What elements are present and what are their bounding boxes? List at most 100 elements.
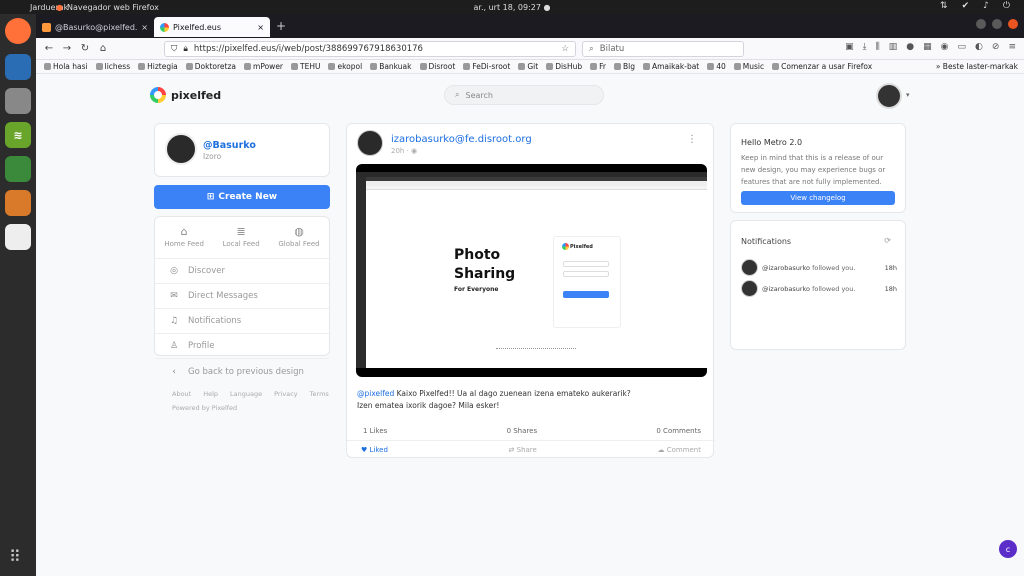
bookmark-item[interactable]: Amaikak-bat	[642, 62, 699, 71]
tab-basurko[interactable]: @Basurko@pixelfed.eus ×	[36, 17, 154, 37]
tab-home-feed[interactable]: ⌂ Home Feed	[164, 225, 204, 248]
footer-link-language[interactable]: Language	[230, 390, 262, 398]
mention-link[interactable]: @pixelfed	[357, 389, 394, 398]
more-options-icon[interactable]: ⋮	[687, 134, 697, 145]
tab-local-feed[interactable]: ≣ Local Feed	[223, 225, 260, 248]
share-button[interactable]: ⇄ Share	[509, 446, 537, 454]
pixelfed-page: pixelfed ⌕ Search @Basurko Izoro ⊞ Creat…	[36, 74, 1024, 576]
activities-button[interactable]: Jarduerak	[30, 3, 68, 12]
forward-icon[interactable]: →	[58, 43, 76, 54]
plus-square-icon: ⊞	[206, 192, 215, 202]
close-icon[interactable]: ×	[141, 23, 148, 32]
pixelfed-logo[interactable]: pixelfed	[150, 87, 221, 103]
tab-title: @Basurko@pixelfed.eus	[55, 22, 138, 32]
rss-dock-icon[interactable]: ≋	[5, 122, 31, 148]
comments-count[interactable]: 0 Comments	[656, 427, 701, 435]
avatar[interactable]	[165, 133, 197, 165]
extension-icon[interactable]: ▭	[958, 42, 967, 52]
bookmark-item[interactable]: 40	[707, 62, 726, 71]
other-bookmarks[interactable]: » Beste laster-markak	[936, 62, 1018, 71]
bookmark-item[interactable]: mPower	[244, 62, 283, 71]
show-apps-icon[interactable]: ⠿	[9, 547, 21, 566]
extension-icon[interactable]: ⊘	[992, 42, 1000, 52]
extension-icon[interactable]: ◉	[941, 42, 949, 52]
spreadsheet-dock-icon[interactable]	[5, 156, 31, 182]
back-icon[interactable]: ←	[40, 43, 58, 54]
software-dock-icon[interactable]	[5, 190, 31, 216]
library-icon[interactable]: ⫼	[876, 42, 880, 52]
user-avatar-menu[interactable]	[876, 83, 910, 109]
notification-item[interactable]: @izarobasurko followed you. 18h	[741, 280, 897, 297]
bookmark-item[interactable]: Fr	[590, 62, 606, 71]
bookmark-star-icon[interactable]: ☆	[561, 44, 569, 54]
footer-link-help[interactable]: Help	[203, 390, 218, 398]
reload-icon[interactable]: ↻	[76, 43, 94, 54]
folder-icon	[370, 63, 378, 70]
avatar[interactable]	[741, 259, 758, 276]
bookmark-item[interactable]: Comenzar a usar Firefox	[772, 62, 872, 71]
bookmark-item[interactable]: Hola hasi	[44, 62, 88, 71]
new-tab-button[interactable]: +	[276, 19, 286, 33]
nav-item-notifications[interactable]: ♫ Notifications	[155, 309, 329, 334]
close-icon[interactable]: ×	[257, 23, 264, 32]
post-author-avatar[interactable]	[357, 130, 383, 156]
tab-global-feed[interactable]: ◍ Global Feed	[278, 225, 319, 248]
firefox-dock-icon[interactable]	[5, 18, 31, 44]
tab-pixelfed[interactable]: Pixelfed.eus ×	[154, 17, 270, 37]
comment-button[interactable]: ☁ Comment	[657, 446, 701, 454]
home-icon[interactable]: ⌂	[94, 43, 112, 54]
extension-icon[interactable]: ▦	[923, 42, 932, 52]
bookmark-item[interactable]: lichess	[95, 62, 130, 71]
footer-link-terms[interactable]: Terms	[310, 390, 329, 398]
bookmark-item[interactable]: FeDi-sroot	[463, 62, 510, 71]
nav-item-previous-design[interactable]: ‹ Go back to previous design	[155, 359, 329, 384]
avatar[interactable]	[741, 280, 758, 297]
footer-link-about[interactable]: About	[172, 390, 191, 398]
powered-by[interactable]: Powered by Pixelfed	[172, 404, 237, 412]
view-changelog-button[interactable]: View changelog	[741, 191, 895, 205]
shares-count[interactable]: 0 Shares	[507, 427, 538, 435]
extension-icon[interactable]: ●	[906, 42, 914, 52]
bookmark-item[interactable]: Git	[518, 62, 538, 71]
url-bar[interactable]: ⛉ 🔒︎ https://pixelfed.eus/i/web/post/388…	[164, 41, 576, 57]
bookmark-item[interactable]: TEHU	[291, 62, 320, 71]
pocket-icon[interactable]: ▣	[845, 42, 854, 52]
system-tray[interactable]: ⇅ ✔ ♪ ⏻	[940, 1, 1010, 11]
bookmark-item[interactable]: Disroot	[419, 62, 455, 71]
bookmark-item[interactable]: ekopol	[328, 62, 362, 71]
post-timestamp[interactable]: 20h · ◉	[391, 147, 417, 155]
pixelfed-search-input[interactable]: ⌕ Search	[444, 85, 604, 105]
likes-count[interactable]: 1 Likes	[363, 427, 387, 435]
footer-link-privacy[interactable]: Privacy	[274, 390, 298, 398]
like-button[interactable]: ♥ Liked	[361, 446, 388, 454]
extension-icon[interactable]: ◐	[975, 42, 983, 52]
maximize-button[interactable]	[992, 19, 1002, 29]
app-menu[interactable]: ● Navegador web Firefox	[56, 3, 159, 12]
profile-username[interactable]: @Basurko	[203, 140, 256, 151]
globe-icon: ◍	[294, 225, 304, 238]
nav-item-direct-messages[interactable]: ✉ Direct Messages	[155, 284, 329, 309]
browser-search-input[interactable]: ⌕ Bilatu	[582, 41, 744, 57]
assistant-bubble-icon[interactable]: c	[999, 540, 1017, 558]
bookmark-item[interactable]: DisHub	[546, 62, 582, 71]
files-dock-icon[interactable]	[5, 88, 31, 114]
bookmark-item[interactable]: Blg	[613, 62, 635, 71]
nav-item-profile[interactable]: ♙ Profile	[155, 334, 329, 359]
refresh-icon[interactable]: ⟳	[884, 236, 891, 245]
thunderbird-dock-icon[interactable]	[5, 54, 31, 80]
bookmark-item[interactable]: Hiztegia	[138, 62, 178, 71]
post-image[interactable]: Photo Sharing For Everyone Pixelfed	[356, 164, 707, 377]
sidebar-icon[interactable]: ▥	[889, 42, 898, 52]
bookmark-item[interactable]: Doktoretza	[185, 62, 236, 71]
create-new-button[interactable]: ⊞ Create New	[154, 185, 330, 209]
bookmark-item[interactable]: Bankuak	[370, 62, 412, 71]
downloads-icon[interactable]: ⤓	[863, 42, 867, 52]
bookmark-item[interactable]: Music	[733, 62, 764, 71]
document-dock-icon[interactable]	[5, 224, 31, 250]
close-window-button[interactable]	[1008, 19, 1018, 29]
notification-item[interactable]: @izarobasurko followed you. 18h	[741, 259, 897, 276]
post-author[interactable]: izarobasurko@fe.disroot.org	[391, 134, 532, 145]
minimize-button[interactable]	[976, 19, 986, 29]
menu-icon[interactable]: ≡	[1008, 42, 1016, 52]
nav-item-discover[interactable]: ◎ Discover	[155, 259, 329, 284]
